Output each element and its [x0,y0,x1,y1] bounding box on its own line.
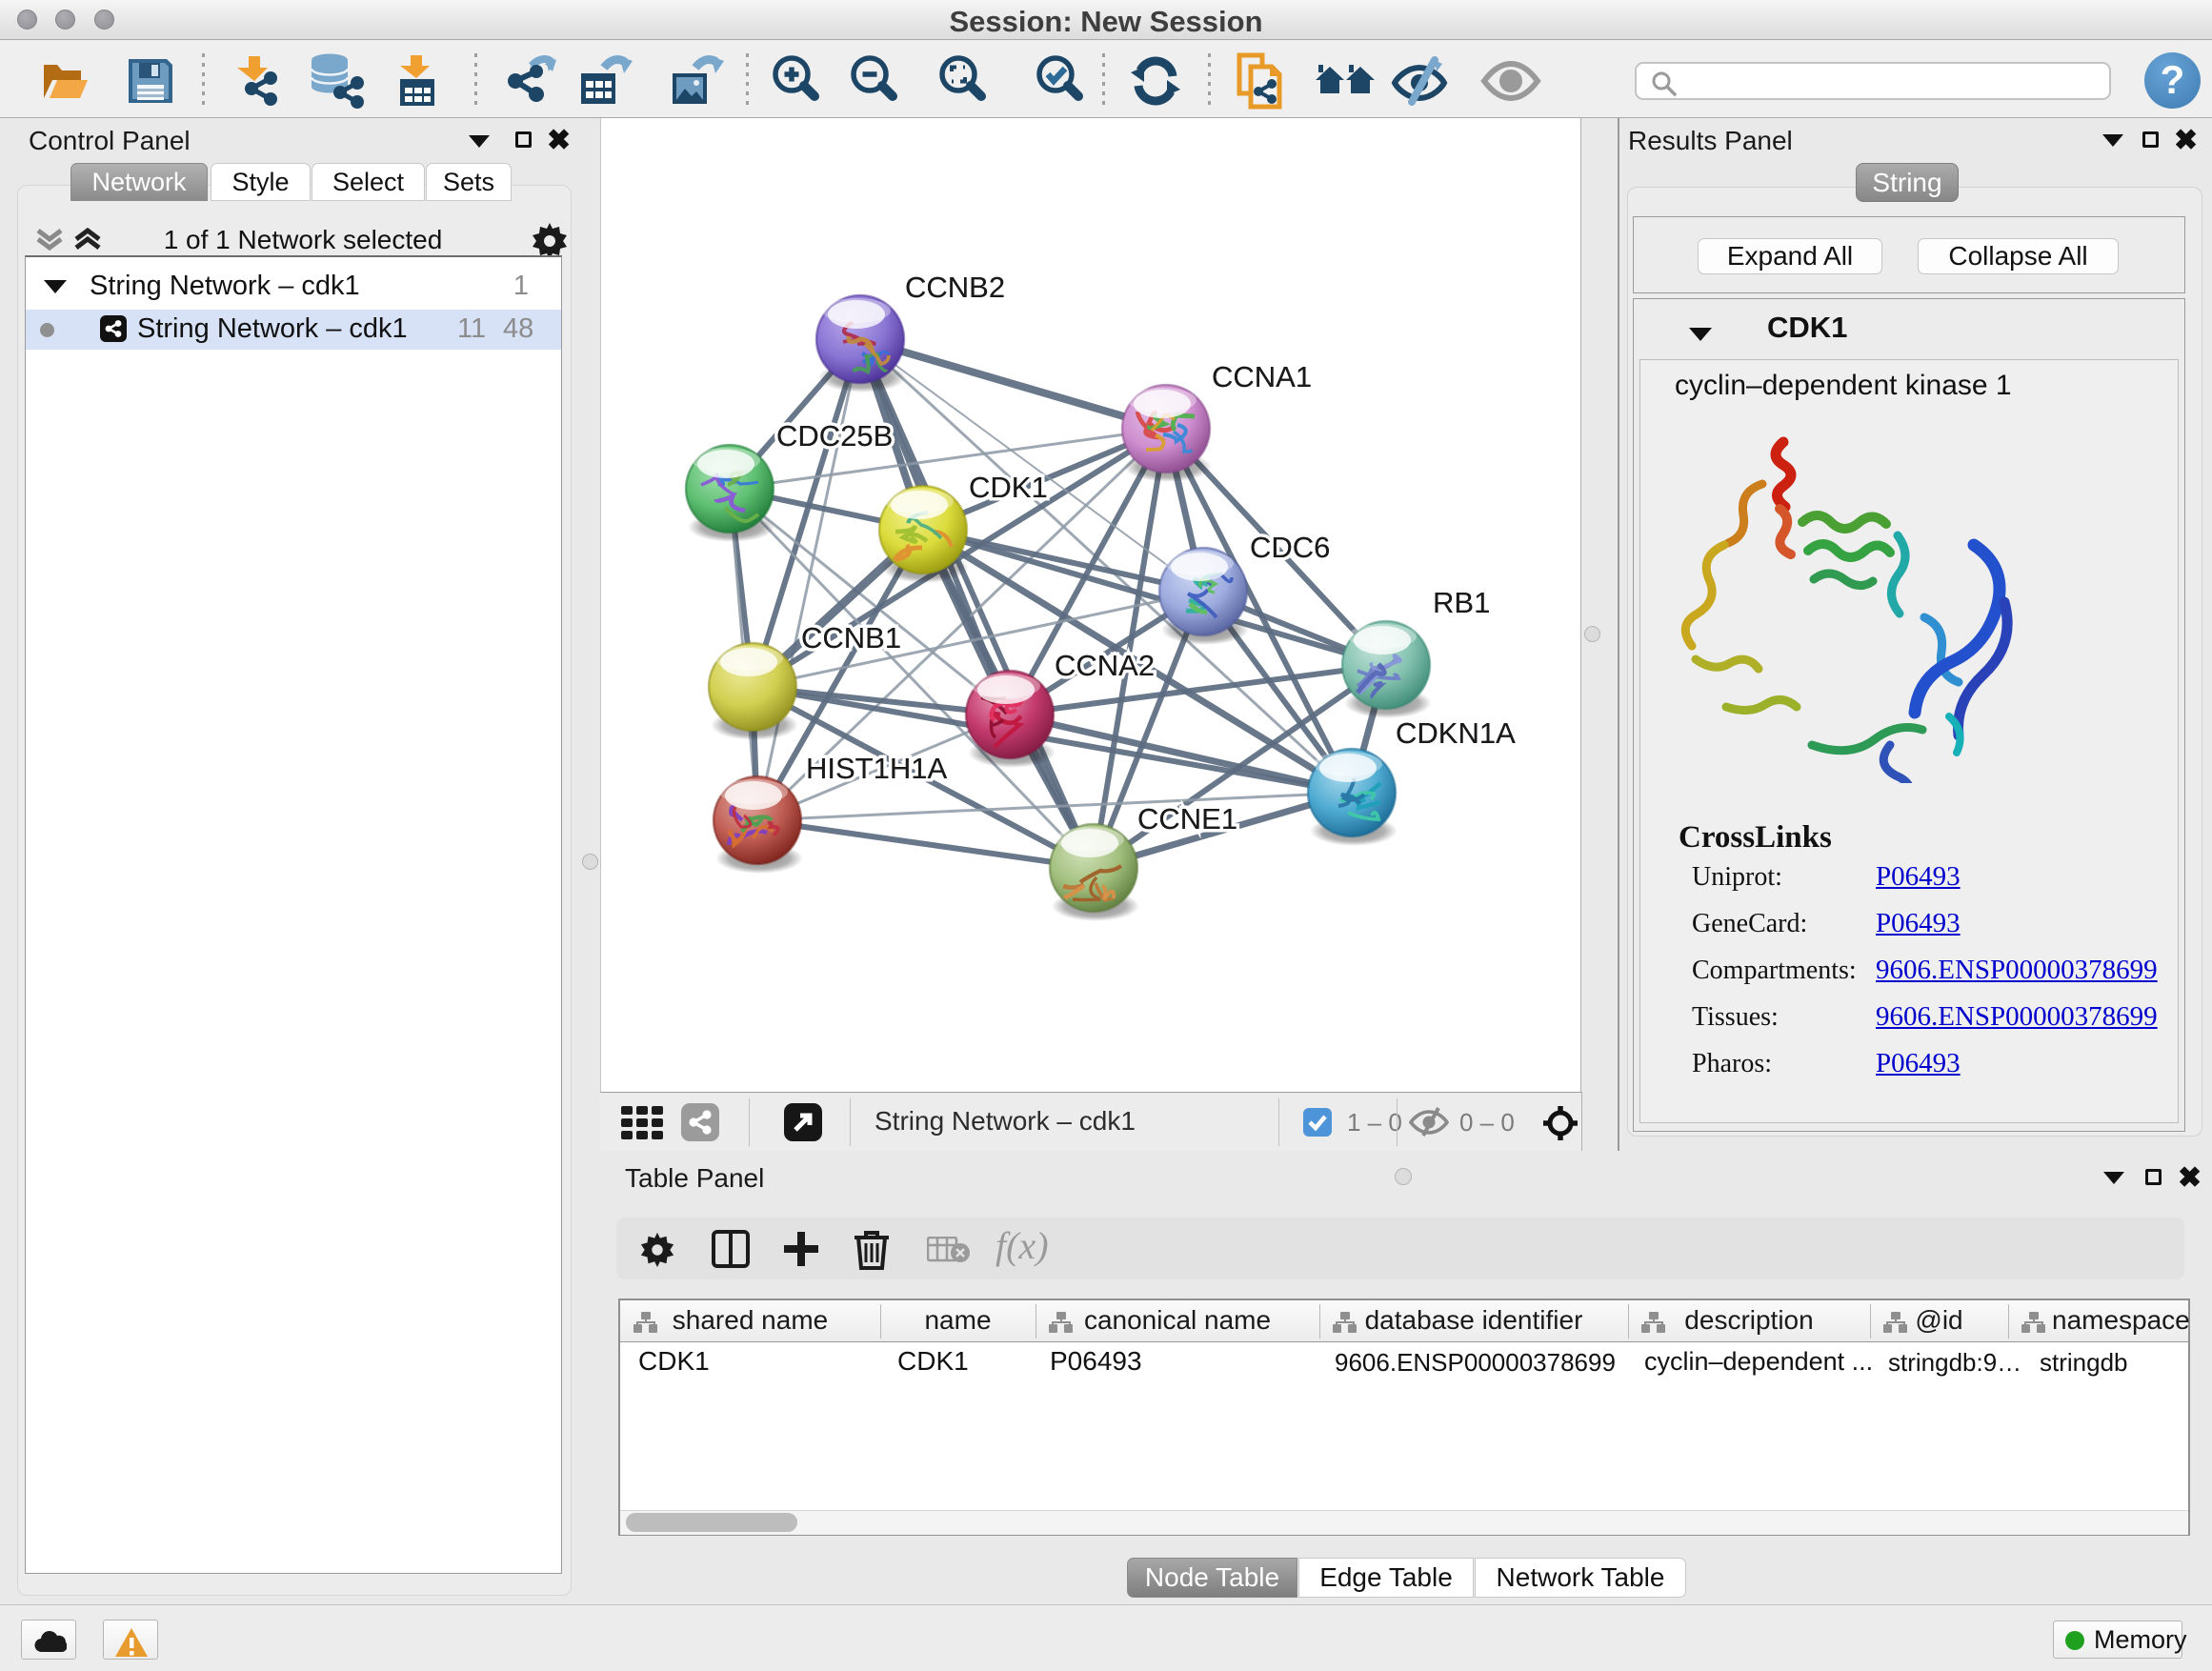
svg-text:CDC6: CDC6 [1250,531,1330,564]
svg-text:CCNA2: CCNA2 [1055,649,1155,682]
svg-text:HIST1H1A: HIST1H1A [806,752,947,785]
svg-text:CCNB2: CCNB2 [905,271,1005,304]
svg-text:CCNA1: CCNA1 [1212,360,1312,393]
svg-text:RB1: RB1 [1433,586,1490,619]
svg-text:CDC25B: CDC25B [776,419,893,453]
svg-text:CDKN1A: CDKN1A [1396,716,1516,750]
svg-text:CCNB1: CCNB1 [801,621,901,654]
svg-text:CCNE1: CCNE1 [1137,802,1237,836]
svg-text:CDK1: CDK1 [969,471,1048,504]
